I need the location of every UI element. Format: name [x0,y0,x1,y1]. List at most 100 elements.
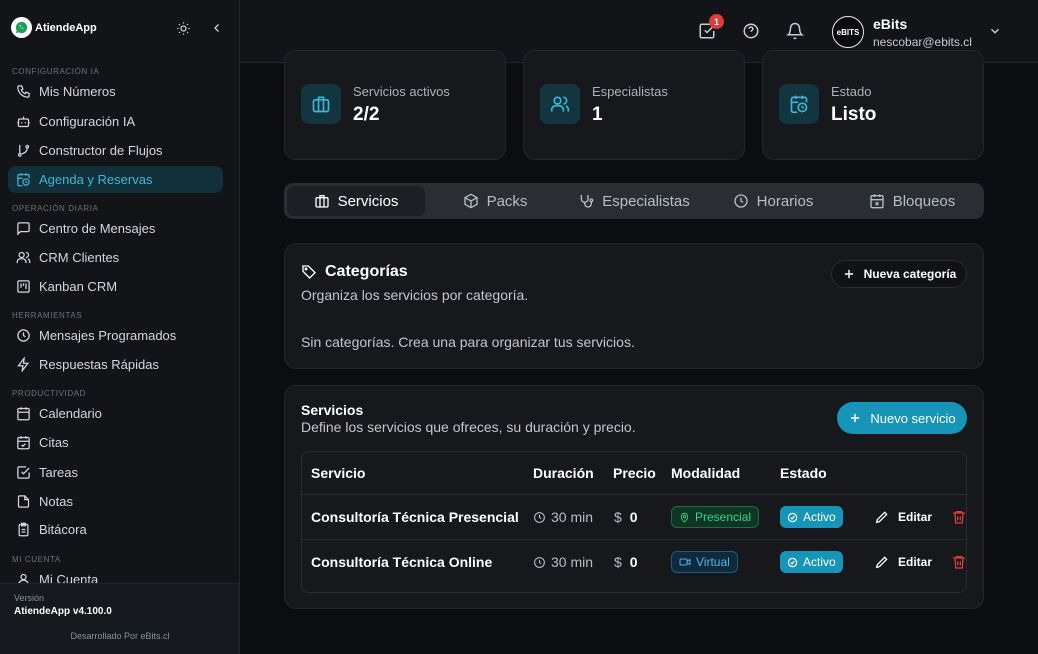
chevron-down-icon [990,28,1000,34]
delete-service-button[interactable] [951,495,966,539]
sidebar-footer: Versión AtiendeApp v4.100.0 Desarrollado… [0,583,239,654]
users-icon [550,96,570,112]
service-name: Consultoría Técnica Presencial [311,509,519,525]
tab-packs[interactable]: Packs [427,186,563,216]
status-badge: Activo [780,551,843,573]
help-button[interactable] [742,22,760,40]
duration-value: 30 min [551,509,594,525]
sidebar-item-label: Kanban CRM [39,279,118,294]
check-square-icon [17,466,30,479]
chevron-left-icon [214,24,219,32]
package-icon [463,193,478,209]
tag-icon [302,265,316,279]
user-name[interactable]: eBits [873,16,907,32]
stat-card-estado: Estado Listo [762,50,984,160]
new-service-button[interactable]: Nuevo servicio [837,402,967,434]
column-header-duracion: Duración [533,465,594,481]
service-price: $ 0 [614,540,638,584]
sidebar-item-agenda-reservas[interactable]: Agenda y Reservas [8,166,223,193]
modality-badge-virtual: Virtual [671,551,738,573]
tab-servicios[interactable]: Servicios [287,186,425,216]
sidebar-item-tareas[interactable]: Tareas [8,459,223,486]
stat-value: 1 [592,104,603,125]
modality-badge-presencial: Presencial [671,506,760,528]
sidebar-item-label: Mensajes Programados [39,328,177,343]
bell-icon [786,22,804,40]
service-name: Consultoría Técnica Online [311,554,493,570]
edit-label: Editar [898,510,933,524]
avatar[interactable]: eBITS [832,16,864,48]
edit-service-button[interactable]: Editar [874,495,932,539]
currency-symbol: $ [614,554,622,570]
sidebar-item-label: Calendario [39,406,102,421]
stat-value: Listo [831,104,877,125]
sidebar-item-label: Centro de Mensajes [39,221,156,236]
theme-toggle-button[interactable] [173,18,193,38]
modality-label: Presencial [695,510,752,524]
developer-credit: Desarrollado Por eBits.cl [70,631,170,641]
sidebar-item-mensajes-programados[interactable]: Mensajes Programados [8,322,223,349]
sidebar-item-calendario[interactable]: Calendario [8,400,223,427]
clock-icon [733,194,748,208]
users-icon [16,251,31,264]
calendar-x-icon [870,194,884,209]
whatsapp-logo-icon [11,17,32,38]
user-email: nescobar@ebits.cl [873,35,972,49]
sidebar: AtiendeApp CONFIGURACIÓN IA Mis Números … [0,0,240,654]
tab-label: Servicios [337,192,399,210]
help-circle-icon [743,23,759,39]
scrollbar[interactable] [1013,63,1038,654]
sidebar-item-centro-mensajes[interactable]: Centro de Mensajes [8,215,223,242]
git-branch-icon [17,144,30,157]
sidebar-item-label: Respuestas Rápidas [39,357,159,372]
delete-service-button[interactable] [951,540,966,584]
services-title: Servicios [301,402,364,418]
tab-bloqueos[interactable]: Bloqueos [843,186,981,216]
bot-icon [17,116,30,128]
services-card: Servicios Define los servicios que ofrec… [284,385,984,609]
modality-label: Virtual [696,555,730,569]
sidebar-item-label: Citas [39,435,69,450]
edit-service-button[interactable]: Editar [874,540,932,584]
user-menu-toggle[interactable] [988,24,1002,38]
app-logo[interactable]: AtiendeApp [11,17,97,38]
stat-label: Servicios activos [353,84,450,99]
table-row[interactable]: Consultoría Técnica Online 30 min $ 0 Vi… [302,539,966,584]
tab-label: Especialistas [602,192,690,210]
stat-card-especialistas: Especialistas 1 [523,50,745,160]
pencil-icon [875,556,888,569]
section-label-productividad: PRODUCTIVIDAD [12,389,87,398]
stat-value: 2/2 [353,104,380,125]
stat-card-servicios: Servicios activos 2/2 [284,50,506,160]
sidebar-item-notas[interactable]: Notas [8,488,223,515]
collapse-sidebar-button[interactable] [207,18,227,38]
service-price: $ 0 [614,495,638,539]
tab-label: Packs [486,192,528,210]
sidebar-item-citas[interactable]: Citas [8,429,223,456]
tab-especialistas[interactable]: Especialistas [565,186,703,216]
tab-horarios[interactable]: Horarios [705,186,841,216]
status-badge: Activo [780,506,843,528]
sun-icon [176,21,190,35]
trash-icon [953,556,965,569]
sidebar-item-respuestas-rapidas[interactable]: Respuestas Rápidas [8,351,223,378]
sidebar-item-mis-numeros[interactable]: Mis Números [8,78,223,105]
message-icon [17,222,30,236]
sidebar-item-label: Constructor de Flujos [39,143,163,158]
tab-label: Bloqueos [892,192,956,210]
notifications-button[interactable] [786,22,804,40]
stethoscope-icon [580,195,594,208]
table-row[interactable]: Consultoría Técnica Presencial 30 min $ … [302,494,966,539]
sidebar-item-kanban-crm[interactable]: Kanban CRM [8,273,223,300]
sidebar-item-configuracion-ia[interactable]: Configuración IA [8,108,223,135]
new-service-label: Nuevo servicio [870,410,956,426]
video-icon [679,558,691,566]
phone-icon [17,85,30,98]
sidebar-item-constructor-flujos[interactable]: Constructor de Flujos [8,137,223,164]
service-duration: 30 min [533,495,593,539]
sidebar-item-crm-clientes[interactable]: CRM Clientes [8,244,223,271]
new-category-button[interactable]: Nueva categoría [831,260,967,288]
sidebar-item-bitacora[interactable]: Bitácora [8,516,223,543]
trash-icon [953,511,965,524]
stat-label: Especialistas [592,84,668,99]
